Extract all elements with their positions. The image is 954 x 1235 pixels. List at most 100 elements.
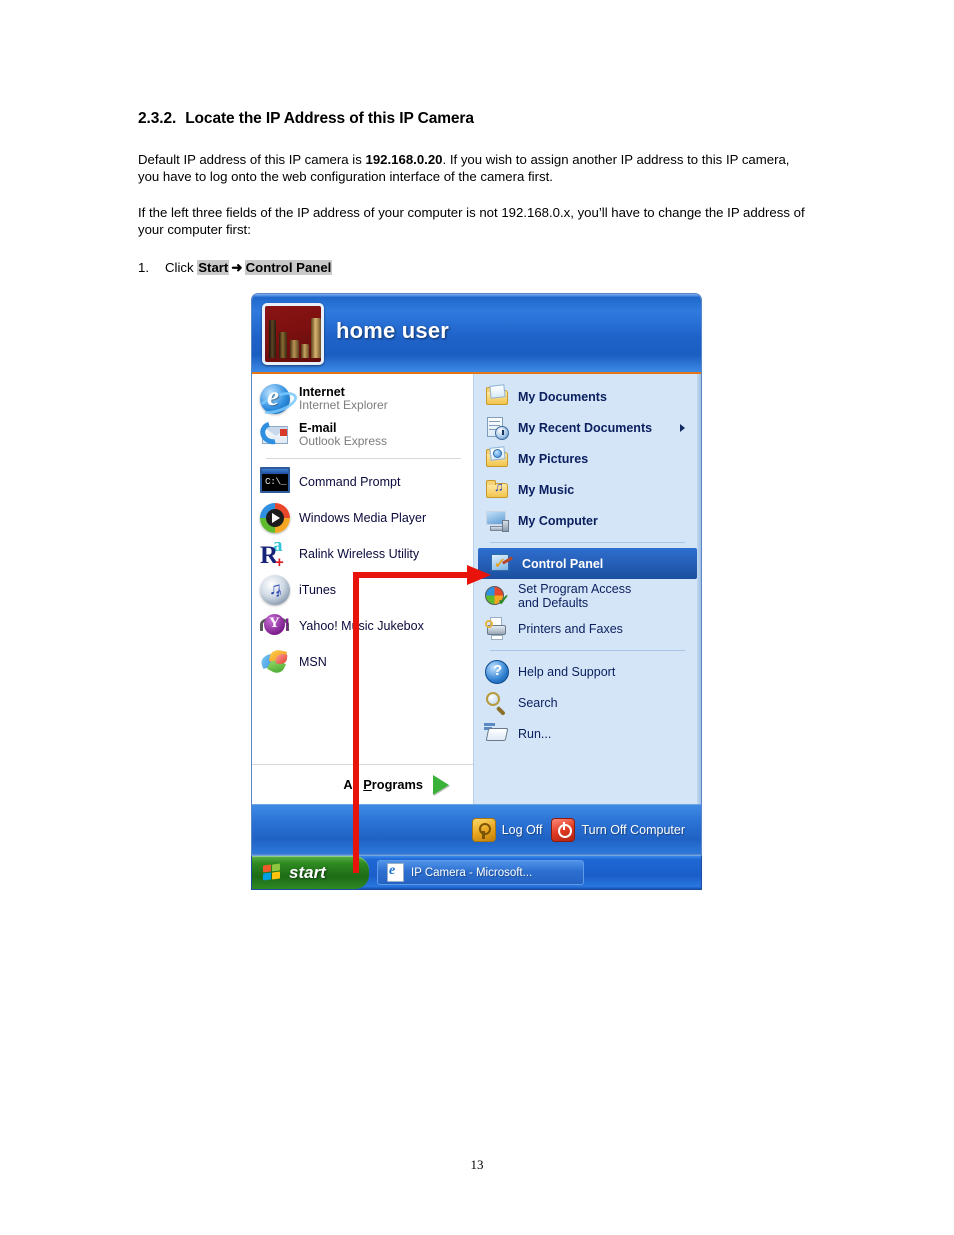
log-off-button[interactable]: Log Off [471,817,543,842]
menu-item-command-prompt[interactable]: C:\_ Command Prompt [252,464,473,500]
yahoo-music-jukebox-icon: ! [260,611,290,641]
all-programs-label: All Programs [343,777,423,792]
outlook-express-icon [256,417,290,450]
menu-item-my-music[interactable]: ♫ My Music [474,474,701,505]
menu-item-email-title: E-mail [299,421,337,436]
default-ip-address: 192.168.0.20 [365,152,443,167]
menu-item-internet-title: Internet [299,385,345,400]
itunes-icon: ♫ ♪ [260,575,290,605]
menu-item-run[interactable]: Run... [474,718,701,749]
menu-item-control-panel-label: Control Panel [522,556,604,571]
menu-item-search[interactable]: Search [474,687,701,718]
user-name-label: home user [336,318,450,343]
heading-title: Locate the IP Address of this IP Camera [185,110,474,127]
taskbar-window-button[interactable]: IP Camera - Microsoft... [377,860,584,885]
windows-flag-icon [263,863,282,881]
menu-item-my-pictures-label: My Pictures [518,451,589,466]
right-column-separator-1 [490,542,685,543]
chevron-right-icon [680,423,685,432]
section-heading: 2.3.2. Locate the IP Address of this IP C… [138,110,474,128]
menu-item-internet-subtitle: Internet Explorer [299,398,388,413]
my-recent-documents-icon [485,416,509,440]
menu-item-itunes-label: iTunes [299,583,337,597]
step-prefix: Click [165,260,198,275]
chess-pieces-avatar [265,306,321,362]
menu-item-ralink-wireless-utility[interactable]: a R + Ralink Wireless Utility [252,536,473,572]
command-prompt-icon: C:\_ [260,467,290,497]
right-column-separator-2 [490,650,685,651]
menu-item-printers-label: Printers and Faxes [518,621,623,636]
step-highlight-control-panel: Control Panel [244,260,333,275]
internet-explorer-document-icon [387,863,404,882]
menu-item-set-program-access-label: Set Program Access and Defaults [518,582,632,610]
paragraph-change-ip: If the left three fields of the IP addre… [138,205,805,237]
menu-item-ralink-label: Ralink Wireless Utility [299,547,420,561]
menu-item-my-documents-label: My Documents [518,389,607,404]
windows-media-player-icon [260,503,290,533]
menu-item-search-label: Search [518,695,558,710]
menu-item-yahoo-label: Yahoo! Music Jukebox [299,619,424,633]
menu-item-itunes[interactable]: ♫ ♪ iTunes [252,572,473,608]
start-menu-body: Internet Internet Explorer E-mail Outloo… [252,374,701,804]
help-and-support-icon [485,659,509,684]
menu-item-my-pictures[interactable]: My Pictures [474,443,701,474]
internet-explorer-icon [260,381,290,414]
my-music-folder-icon: ♫ [485,478,509,502]
arrow-glyph-icon: ➜ [231,260,243,275]
menu-item-set-program-access[interactable]: ✓ Set Program Access and Defaults [474,579,701,613]
step-item-1: 1. Click Start ➜ Control Panel [138,259,333,276]
my-documents-folder-icon [485,383,509,409]
paragraph-default-ip: Default IP address of this IP camera is … [138,152,810,185]
menu-item-help-and-support[interactable]: Help and Support [474,656,701,687]
key-icon [471,817,496,842]
menu-item-my-music-label: My Music [518,482,575,497]
menu-item-msn-label: MSN [299,655,327,669]
turn-off-computer-label: Turn Off Computer [581,822,685,837]
step-highlight-start: Start [197,260,230,275]
menu-item-help-label: Help and Support [518,664,616,679]
start-menu-screenshot: home user Internet Internet Explorer [251,293,702,890]
menu-item-windows-media-player[interactable]: Windows Media Player [252,500,473,536]
heading-number: 2.3.2. [138,110,177,127]
menu-item-email[interactable]: E-mail Outlook Express [252,417,473,453]
run-icon [484,722,509,746]
green-arrow-icon [433,774,449,795]
control-panel-icon: ✓ [489,552,514,576]
start-menu-footer: Log Off Turn Off Computer [252,804,701,854]
menu-item-my-recent-documents[interactable]: My Recent Documents [474,412,701,443]
my-computer-icon [485,509,509,533]
menu-item-yahoo-music-jukebox[interactable]: ! Yahoo! Music Jukebox [252,608,473,644]
my-pictures-folder-icon [485,445,509,471]
set-program-access-icon: ✓ [485,584,510,608]
menu-item-printers-and-faxes[interactable]: Printers and Faxes [474,613,701,644]
left-column-separator [266,458,461,459]
log-off-label: Log Off [501,822,543,837]
taskbar-window-label: IP Camera - Microsoft... [411,866,533,879]
taskbar: start IP Camera - Microsoft... [251,855,702,890]
printers-and-faxes-icon [485,616,509,641]
menu-item-internet[interactable]: Internet Internet Explorer [252,381,473,417]
start-menu-panel: home user Internet Internet Explorer [251,293,702,855]
menu-item-command-prompt-label: Command Prompt [299,475,401,489]
menu-item-msn[interactable]: MSN [252,644,473,680]
page-number: 13 [470,1157,484,1172]
ralink-icon: a R + [260,535,284,571]
start-button[interactable]: start [252,856,369,889]
menu-item-my-documents[interactable]: My Documents [474,381,701,412]
menu-item-run-label: Run... [518,726,552,741]
menu-item-my-recent-documents-label: My Recent Documents [518,420,653,435]
step-index: 1. [138,260,149,275]
start-menu-right-column: My Documents My Recent Documents My Pict… [474,374,701,804]
start-button-label: start [289,862,326,882]
menu-item-my-computer-label: My Computer [518,513,598,528]
start-menu-header: home user [252,294,701,374]
menu-item-my-computer[interactable]: My Computer [474,505,701,536]
all-programs-button[interactable]: All Programs [252,764,473,804]
start-menu-left-column: Internet Internet Explorer E-mail Outloo… [252,374,474,804]
user-avatar[interactable] [262,303,324,365]
menu-item-email-subtitle: Outlook Express [299,434,388,449]
menu-item-control-panel[interactable]: ✓ Control Panel [478,548,697,579]
menu-item-wmp-label: Windows Media Player [299,511,427,525]
para1-before: Default IP address of this IP camera is [138,152,366,167]
turn-off-computer-button[interactable]: Turn Off Computer [551,817,685,842]
